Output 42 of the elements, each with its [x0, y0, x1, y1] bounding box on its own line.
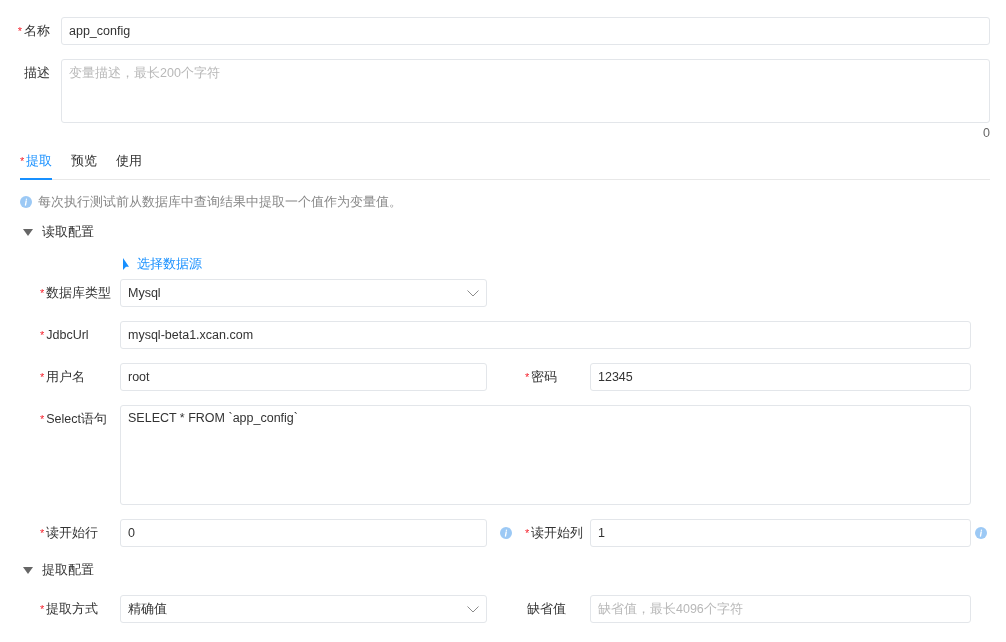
required-mark: * [525, 527, 530, 539]
select-field[interactable]: 精确值 [120, 595, 487, 623]
input-field[interactable]: 0 [120, 519, 487, 547]
tab[interactable]: 预览 [71, 148, 98, 180]
required-mark: * [40, 329, 45, 341]
info-icon [20, 196, 32, 208]
chevron-down-icon [467, 605, 479, 613]
required-mark: * [40, 413, 45, 425]
input-field[interactable]: 1 [590, 519, 971, 547]
field-label: Select语句 [46, 410, 108, 428]
field-label: 数据库类型 [46, 284, 112, 302]
field-label: JdbcUrl [46, 328, 89, 342]
caret-icon[interactable] [23, 228, 33, 236]
field-label: 用户名 [46, 368, 86, 386]
select-field[interactable]: Mysql [120, 279, 487, 307]
field-label: 缺省值 [527, 600, 566, 618]
field-label: 读开始行 [46, 524, 99, 542]
info-text: 每次执行测试前从数据库中查询结果中提取一个值作为变量值。 [38, 193, 402, 211]
section-title: 提取配置 [42, 561, 94, 579]
required-mark: * [40, 371, 45, 383]
input-field[interactable]: 12345 [590, 363, 971, 391]
field-label: 密码 [531, 368, 558, 386]
chevron-down-icon [467, 289, 479, 297]
field-label: 描述 [24, 64, 50, 82]
field-label: 读开始列 [531, 524, 584, 542]
required-mark: * [40, 527, 45, 539]
field-label: 提取方式 [46, 600, 99, 618]
tab[interactable]: * 提取 [20, 148, 53, 180]
input-field[interactable]: app_config [61, 17, 990, 45]
text-area[interactable]: SELECT * FROM `app_config` [120, 405, 971, 505]
tab[interactable]: 使用 [116, 148, 143, 180]
required-mark: * [40, 287, 45, 299]
required-mark: * [525, 371, 530, 383]
cursor-icon [122, 257, 132, 271]
required-mark: * [40, 603, 45, 615]
section-title: 读取配置 [42, 223, 94, 241]
input-field[interactable]: root [120, 363, 487, 391]
input-field[interactable]: mysql-beta1.xcan.com [120, 321, 971, 349]
caret-icon[interactable] [23, 566, 33, 574]
field-label: 名称 [24, 22, 50, 40]
required-mark: * [17, 25, 22, 37]
character-count: 0 [983, 126, 990, 140]
